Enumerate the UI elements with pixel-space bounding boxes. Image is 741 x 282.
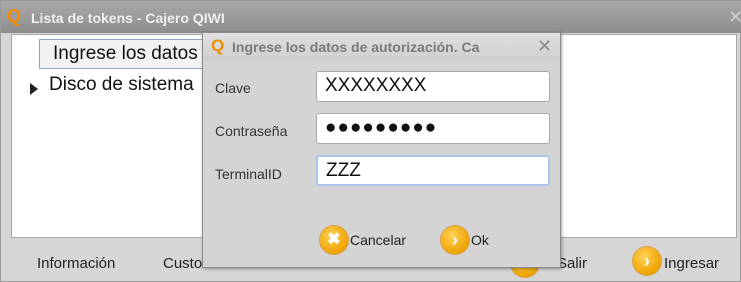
key-input[interactable]: XXXXXXXX [316,71,550,102]
close-icon[interactable]: ✕ [537,36,552,57]
arrow-right-circle-icon[interactable]: › [441,226,469,254]
tree-item-system-disk[interactable]: Disco de sistema [49,74,194,96]
qiwi-logo-icon: Q [211,36,225,55]
info-button[interactable]: Información [37,255,115,272]
ok-button[interactable]: Ok [471,232,489,248]
x-circle-icon[interactable]: ✖ [320,226,348,254]
terminal-id-input[interactable]: ZZZ [316,155,550,186]
auth-dialog: Q Ingrese los datos de autorización. Ca … [202,32,561,268]
dialog-title: Ingrese los datos de autorización. Ca [232,39,480,55]
title-bar: Q Lista de tokens - Cajero QIWI ✕ [1,1,741,33]
qiwi-logo-icon: Q [7,6,22,26]
close-icon[interactable]: ✕ [728,7,741,28]
dialog-title-bar: Q Ingrese los datos de autorización. Ca … [203,33,560,61]
exit-button[interactable]: Salir [557,255,587,272]
terminal-id-label: TerminalID [215,166,282,182]
window-title: Lista de tokens - Cajero QIWI [31,10,225,26]
password-label: Contraseña [215,123,288,139]
arrow-right-circle-icon[interactable]: › [633,247,661,275]
expand-arrow-icon[interactable] [30,83,38,95]
cancel-button[interactable]: Cancelar [350,232,406,248]
password-input[interactable]: ●●●●●●●●● [316,113,550,144]
login-button[interactable]: Ingresar [664,255,719,272]
key-label: Clave [215,80,251,96]
